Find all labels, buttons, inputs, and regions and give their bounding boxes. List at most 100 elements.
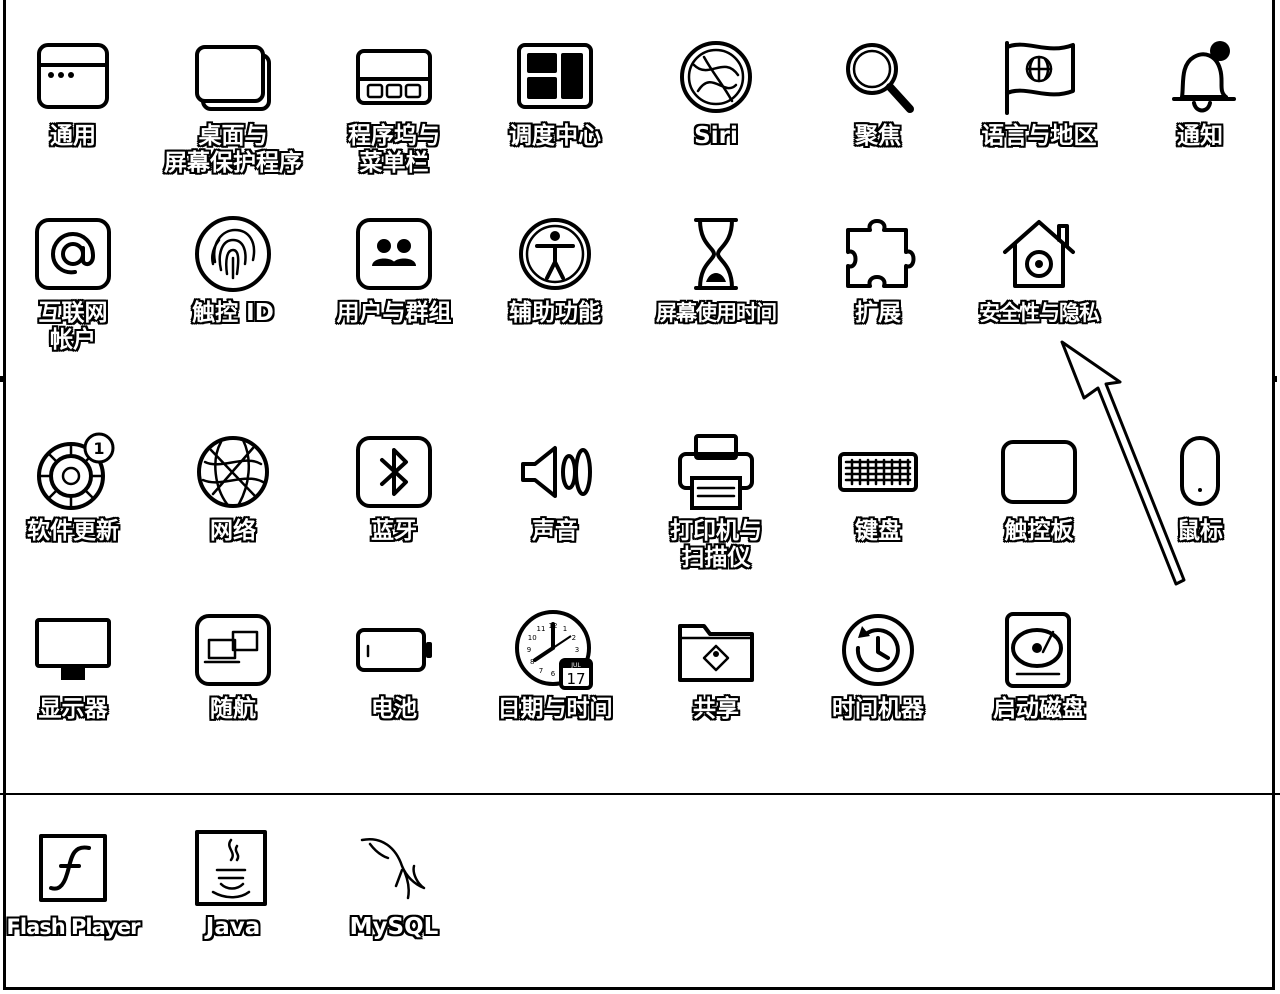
pane-general[interactable]: 通用 bbox=[0, 35, 148, 150]
row-separator-right bbox=[1274, 376, 1277, 382]
clock-icon: 121234567891011JUL17 bbox=[515, 610, 593, 690]
dock-icon bbox=[356, 49, 432, 105]
pane-label-line: 辅助功能 bbox=[509, 300, 601, 326]
svg-text:6: 6 bbox=[551, 670, 556, 678]
pane-displays[interactable]: 显示器 bbox=[0, 608, 148, 723]
pane-label-line: 随航 bbox=[210, 696, 256, 722]
pane-label-line: 菜单栏 bbox=[359, 150, 429, 176]
users-icon bbox=[356, 218, 432, 290]
pane-label: Siri bbox=[694, 123, 738, 150]
pane-label-line: 通知 bbox=[1177, 123, 1223, 149]
pane-accessibility[interactable]: 辅助功能 bbox=[480, 212, 630, 327]
pane-label-line: 屏幕保护程序 bbox=[164, 150, 302, 176]
pane-extensions[interactable]: 扩展 bbox=[803, 212, 953, 327]
hard-disk-icon bbox=[1005, 612, 1071, 688]
mouse-icon bbox=[1180, 436, 1220, 506]
pane-label-line: 打印机与 bbox=[670, 518, 762, 544]
mission-control-icon bbox=[517, 43, 593, 109]
pane-label: 桌面与 屏幕保护程序 bbox=[164, 123, 302, 177]
pane-security-privacy[interactable]: 安全性与隐私 bbox=[964, 212, 1114, 327]
globe-flag-icon bbox=[1005, 41, 1075, 115]
pane-label-line: 电池 bbox=[371, 696, 417, 722]
pane-label: 调度中心 bbox=[509, 123, 601, 150]
pane-label-line: 聚焦 bbox=[855, 123, 901, 149]
pane-label-line: 时间机器 bbox=[832, 696, 924, 722]
keyboard-icon bbox=[838, 452, 918, 492]
pane-label-line: 触控板 bbox=[1004, 518, 1074, 544]
pane-label: 用户与群组 bbox=[337, 300, 452, 327]
pane-label-line: 启动磁盘 bbox=[993, 696, 1085, 722]
pane-sharing[interactable]: 共享 bbox=[641, 608, 791, 723]
svg-text:1: 1 bbox=[563, 625, 567, 633]
svg-text:7: 7 bbox=[539, 667, 543, 675]
flash-icon bbox=[39, 834, 107, 902]
pane-label-line: Siri bbox=[694, 123, 738, 149]
pane-date-time[interactable]: 121234567891011JUL17日期与时间 bbox=[480, 608, 630, 723]
pane-keyboard[interactable]: 键盘 bbox=[803, 430, 953, 545]
bell-icon bbox=[1172, 41, 1236, 113]
puzzle-icon bbox=[846, 219, 916, 288]
fingerprint-icon bbox=[195, 216, 271, 292]
pane-label: 鼠标 bbox=[1177, 518, 1223, 545]
pane-label: 电池 bbox=[371, 696, 417, 723]
pane-battery[interactable]: 电池 bbox=[319, 608, 469, 723]
printer-icon bbox=[678, 434, 754, 510]
pane-network[interactable]: 网络 bbox=[158, 430, 308, 545]
accessibility-icon bbox=[519, 218, 591, 290]
pane-spotlight[interactable]: 聚焦 bbox=[803, 35, 953, 150]
pane-label: 时间机器 bbox=[832, 696, 924, 723]
pane-label-line: 安全性与隐私 bbox=[979, 301, 1100, 325]
pane-language-region[interactable]: 语言与地区 bbox=[964, 35, 1114, 150]
pane-mysql[interactable]: MySQL bbox=[319, 826, 469, 941]
pane-label-line: 日期与时间 bbox=[497, 696, 613, 722]
at-sign-icon bbox=[35, 218, 111, 290]
pane-time-machine[interactable]: 时间机器 bbox=[803, 608, 953, 723]
pane-label: 蓝牙 bbox=[371, 518, 417, 545]
gear-icon: 1 bbox=[37, 432, 115, 510]
update-badge: 1 bbox=[93, 439, 104, 458]
java-icon bbox=[195, 830, 267, 906]
pane-label-line: 鼠标 bbox=[1177, 518, 1223, 544]
pane-label-line: 网络 bbox=[210, 518, 256, 544]
pane-label-line: 声音 bbox=[532, 518, 578, 544]
pane-label: 触控 ID bbox=[192, 300, 274, 327]
pane-java[interactable]: Java bbox=[158, 826, 308, 941]
pane-mission-control[interactable]: 调度中心 bbox=[480, 35, 630, 150]
pane-dock[interactable]: 程序坞与 菜单栏 bbox=[319, 35, 469, 177]
pane-mouse[interactable]: 鼠标 bbox=[1125, 430, 1275, 545]
pane-screen-time[interactable]: 屏幕使用时间 bbox=[641, 212, 791, 327]
pane-label-line: 软件更新 bbox=[27, 518, 119, 544]
pane-notifications[interactable]: 通知 bbox=[1125, 35, 1275, 150]
pane-bluetooth[interactable]: 蓝牙 bbox=[319, 430, 469, 545]
pane-desktop[interactable]: 桌面与 屏幕保护程序 bbox=[158, 35, 308, 177]
pane-sidecar[interactable]: 随航 bbox=[158, 608, 308, 723]
pane-siri[interactable]: Siri bbox=[641, 35, 791, 150]
pane-label: 随航 bbox=[210, 696, 256, 723]
pane-label-line: Flash Player bbox=[6, 915, 141, 939]
pane-label: 触控板 bbox=[1005, 518, 1074, 545]
pane-touch-id[interactable]: 触控 ID bbox=[158, 212, 308, 327]
pane-label: 共享 bbox=[693, 696, 739, 723]
svg-text:2: 2 bbox=[572, 634, 576, 642]
pane-label: 日期与时间 bbox=[498, 696, 613, 723]
svg-text:11: 11 bbox=[537, 625, 546, 633]
pane-label: 显示器 bbox=[39, 696, 108, 723]
pane-internet-accounts[interactable]: 互联网 帐户 bbox=[0, 212, 148, 354]
svg-text:10: 10 bbox=[528, 634, 537, 642]
svg-text:9: 9 bbox=[527, 646, 531, 654]
trackpad-icon bbox=[1001, 440, 1077, 504]
pane-label-line: 用户与群组 bbox=[336, 300, 452, 326]
pane-trackpad[interactable]: 触控板 bbox=[964, 430, 1114, 545]
pane-flash-player[interactable]: Flash Player bbox=[0, 826, 148, 941]
pane-sound[interactable]: 声音 bbox=[480, 430, 630, 545]
pane-label-line: 桌面与 bbox=[198, 123, 268, 149]
pane-label-line: 程序坞与 bbox=[348, 123, 440, 149]
pane-printers-scanners[interactable]: 打印机与 扫描仪 bbox=[641, 430, 791, 572]
pane-label: 打印机与 扫描仪 bbox=[670, 518, 762, 572]
third-party-divider bbox=[0, 793, 1280, 795]
pane-software-update[interactable]: 1 软件更新 bbox=[0, 430, 148, 545]
window-icon bbox=[37, 43, 109, 109]
pane-users-groups[interactable]: 用户与群组 bbox=[319, 212, 469, 327]
pane-label-line: 共享 bbox=[693, 696, 739, 722]
pane-startup-disk[interactable]: 启动磁盘 bbox=[964, 608, 1114, 723]
